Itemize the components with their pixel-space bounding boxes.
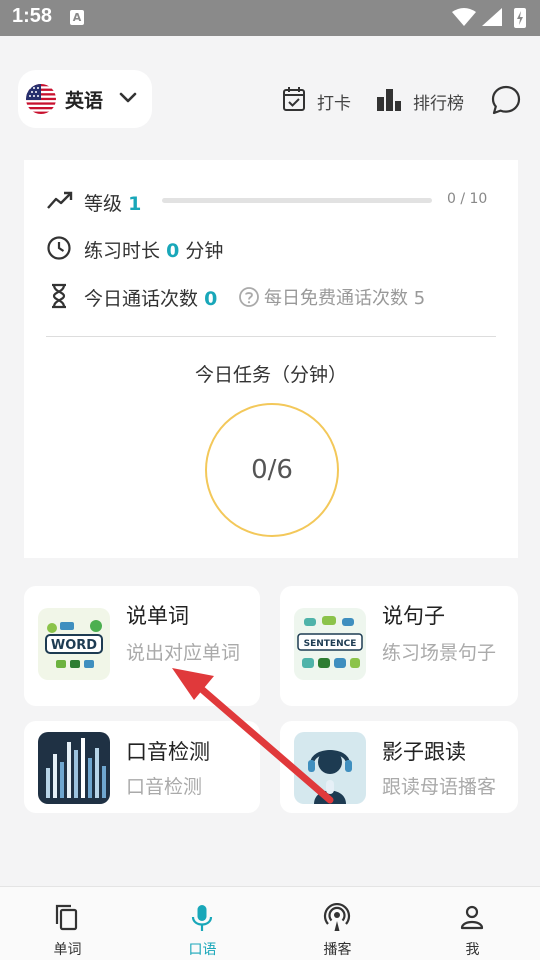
calendar-check-icon xyxy=(283,87,305,111)
feature-desc: 练习场景句子 xyxy=(382,642,497,664)
podcast-icon xyxy=(323,903,351,931)
nav-label: 单词 xyxy=(53,942,82,958)
checkin-button[interactable]: 打卡 xyxy=(282,84,356,114)
system-status-icons xyxy=(452,8,526,28)
nav-tab-me[interactable]: 我 xyxy=(405,887,540,960)
daily-task-title: 今日任务（分钟） xyxy=(194,364,347,386)
feature-title: 口音检测 xyxy=(126,740,210,764)
feature-card-speak-sentences[interactable]: SENTENCE 说句子 练习场景句子 xyxy=(280,586,518,706)
wifi-icon xyxy=(452,8,476,26)
level-progress-bar xyxy=(162,198,432,203)
practice-unit: 分钟 xyxy=(185,240,224,262)
calls-text: 今日通话次数 0 xyxy=(84,284,217,311)
feature-title: 影子跟读 xyxy=(382,740,466,764)
feature-card-shadowing[interactable]: 影子跟读 跟读母语播客 xyxy=(280,721,518,813)
leaderboard-button[interactable]: 排行榜 xyxy=(376,84,472,114)
feature-title: 说句子 xyxy=(382,604,445,628)
nav-label: 口语 xyxy=(188,942,217,958)
daily-task-value: 0/6 xyxy=(251,455,293,485)
copy-icon xyxy=(55,904,78,931)
practice-label: 练习时长 xyxy=(84,240,161,262)
level-progress-text: 0 / 10 xyxy=(447,191,488,207)
sound-wave-thumbnail-icon xyxy=(38,732,110,804)
bottom-navigation: 单词 口语 播客 我 xyxy=(0,886,540,960)
feature-desc: 口音检测 xyxy=(126,776,203,798)
trending-up-icon xyxy=(47,191,73,209)
feature-desc: 说出对应单词 xyxy=(126,642,241,664)
nav-tab-podcast[interactable]: 播客 xyxy=(270,887,405,960)
language-label: 英语 xyxy=(65,90,104,112)
nav-label: 播客 xyxy=(323,942,352,958)
notification-app-icon: A xyxy=(70,10,84,25)
daily-task-ring: 0/6 xyxy=(205,403,339,537)
feature-card-accent-test[interactable]: 口音检测 口音检测 xyxy=(24,721,260,813)
status-bar: 1:58 A xyxy=(0,0,540,36)
nav-tab-words[interactable]: 单词 xyxy=(0,887,135,960)
status-time: 1:58 xyxy=(12,5,53,27)
divider xyxy=(46,336,496,337)
us-flag-icon xyxy=(26,84,56,114)
nav-tab-speaking[interactable]: 口语 xyxy=(135,887,270,960)
level-text: 等级 1 xyxy=(84,189,141,216)
practice-row: 练习时长 0 分钟 xyxy=(46,233,506,263)
sentence-thumbnail-text: SENTENCE xyxy=(304,639,357,649)
language-selector[interactable]: 英语 xyxy=(18,70,152,128)
feature-title: 说单词 xyxy=(126,604,189,628)
hourglass-icon xyxy=(52,283,66,309)
word-thumbnail-icon: WORD xyxy=(38,608,110,680)
leaderboard-label: 排行榜 xyxy=(413,94,464,114)
level-value: 1 xyxy=(128,193,142,215)
checkin-label: 打卡 xyxy=(317,94,351,114)
battery-icon xyxy=(514,8,526,28)
chevron-down-icon xyxy=(119,92,137,103)
practice-value: 0 xyxy=(166,240,180,262)
calls-label: 今日通话次数 xyxy=(84,288,199,310)
level-label: 等级 xyxy=(84,193,123,215)
practice-text: 练习时长 0 分钟 xyxy=(84,236,223,263)
feature-card-speak-words[interactable]: WORD 说单词 说出对应单词 xyxy=(24,586,260,706)
nav-label: 我 xyxy=(465,942,480,958)
chat-bubble-icon[interactable] xyxy=(490,84,522,116)
bar-chart-icon xyxy=(377,89,401,111)
sentence-thumbnail-icon: SENTENCE xyxy=(294,608,366,680)
clock-icon xyxy=(47,236,71,260)
help-circle-icon[interactable] xyxy=(238,286,260,308)
calls-value: 0 xyxy=(204,288,218,310)
feature-desc: 跟读母语播客 xyxy=(382,776,497,798)
stats-card: 等级 1 0 / 10 练习时长 0 分钟 今日通话次数 0 每日免费通话次数 … xyxy=(24,160,518,558)
person-icon xyxy=(460,905,484,930)
signal-icon xyxy=(482,8,502,26)
headset-speaker-thumbnail-icon xyxy=(294,732,366,804)
free-calls-note: 每日免费通话次数 5 xyxy=(264,288,426,309)
word-thumbnail-text: WORD xyxy=(51,638,97,653)
microphone-icon xyxy=(191,905,213,931)
